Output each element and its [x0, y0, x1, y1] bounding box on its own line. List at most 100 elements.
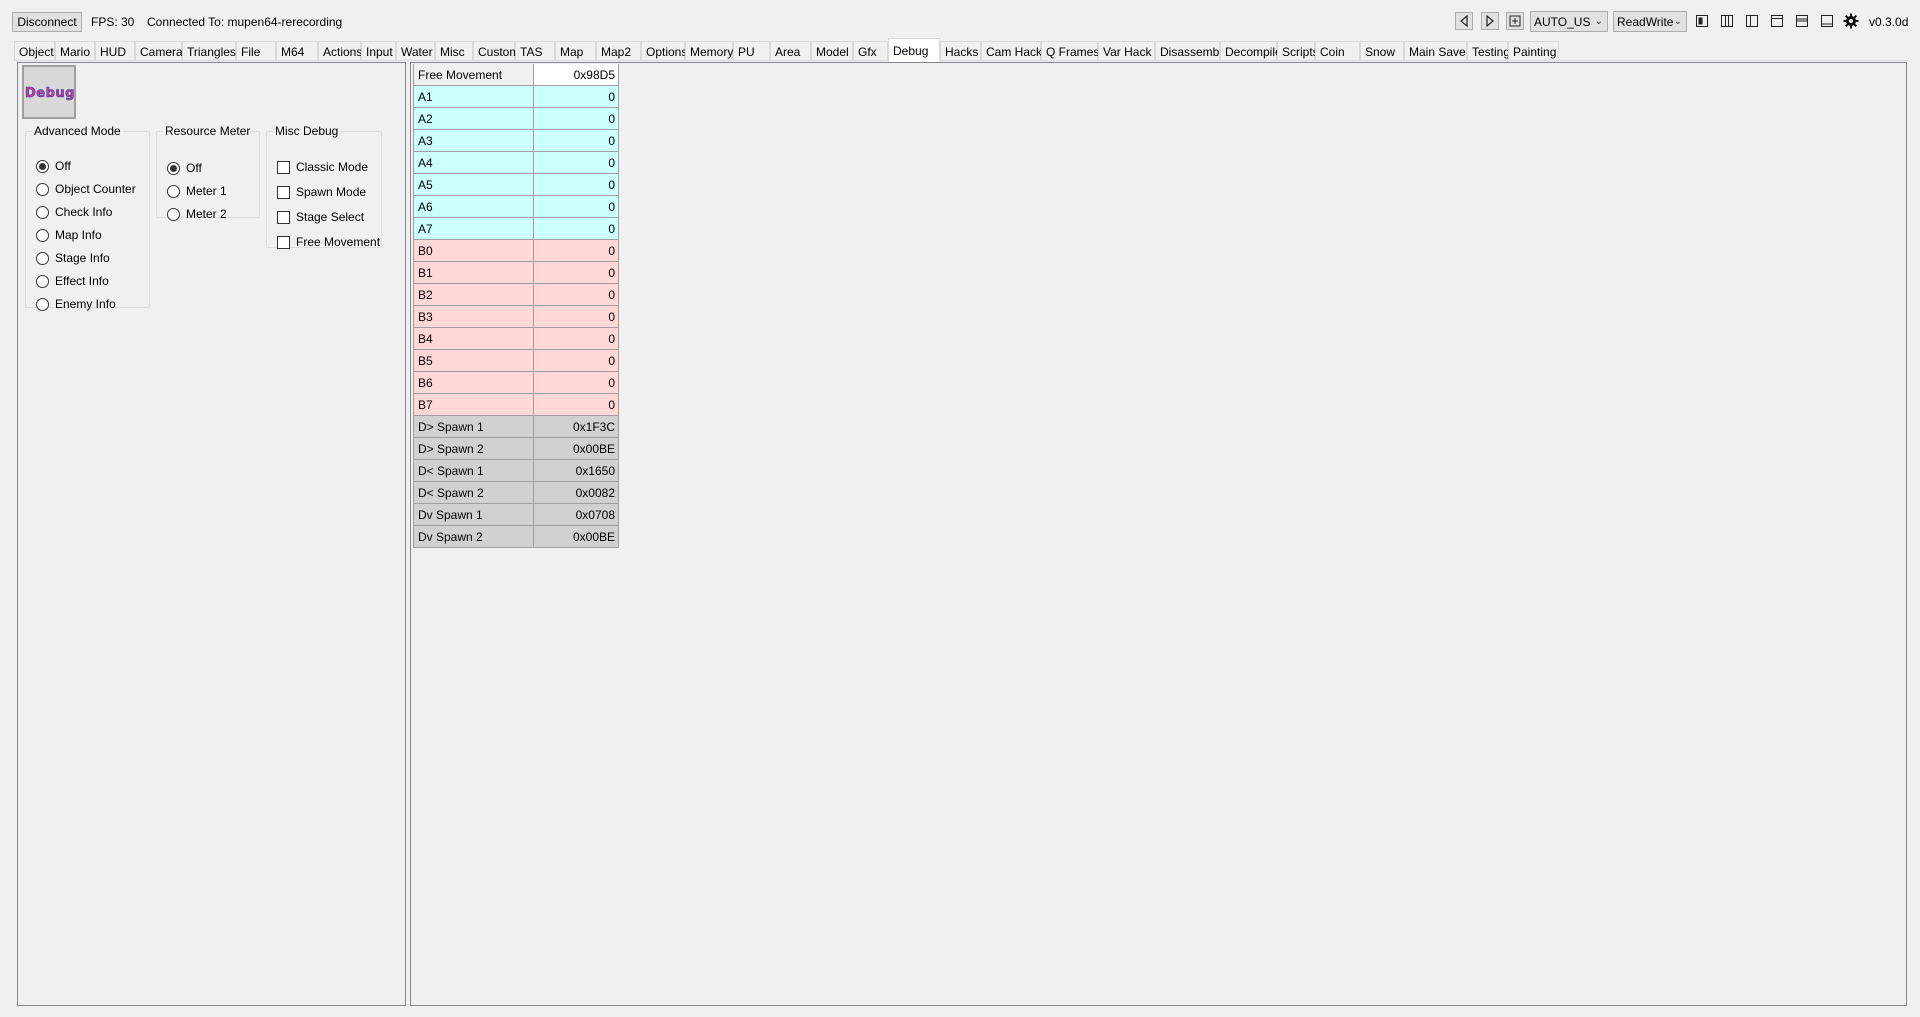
- variable-value[interactable]: 0x1F3C: [534, 416, 619, 438]
- tab-map[interactable]: Map: [555, 41, 596, 61]
- variable-value[interactable]: 0: [534, 328, 619, 350]
- tab-scripts[interactable]: Scripts: [1277, 41, 1319, 61]
- radio-enemy-info[interactable]: Enemy Info: [36, 297, 116, 311]
- radio-check-info[interactable]: Check Info: [36, 205, 112, 219]
- variable-value[interactable]: 0: [534, 130, 619, 152]
- radio-object-counter[interactable]: Object Counter: [36, 182, 136, 196]
- variable-value[interactable]: 0: [534, 174, 619, 196]
- tab-water[interactable]: Water: [396, 41, 435, 61]
- tab-hud[interactable]: HUD: [95, 41, 135, 61]
- tab-memory[interactable]: Memory: [685, 41, 733, 61]
- variable-value[interactable]: 0x00BE: [534, 526, 619, 548]
- tab-pu[interactable]: PU: [733, 41, 770, 61]
- tab-snow[interactable]: Snow: [1360, 41, 1404, 61]
- checkbox-icon[interactable]: [277, 185, 290, 199]
- radio-off[interactable]: Off: [167, 161, 202, 175]
- tab-q-frames[interactable]: Q Frames: [1041, 41, 1099, 61]
- tab-testing[interactable]: Testing: [1467, 41, 1510, 61]
- radio-button-icon[interactable]: [36, 205, 49, 219]
- tab-triangles[interactable]: Triangles: [182, 41, 236, 61]
- variable-value[interactable]: 0: [534, 196, 619, 218]
- tab-var-hack[interactable]: Var Hack: [1098, 41, 1155, 61]
- grid-row[interactable]: A4 0: [413, 152, 619, 174]
- expand-icon[interactable]: [1506, 12, 1524, 30]
- grid-row[interactable]: A5 0: [413, 174, 619, 196]
- checkbox-classic-mode[interactable]: Classic Mode: [277, 160, 368, 174]
- tab-misc[interactable]: Misc: [435, 41, 473, 61]
- radio-meter-2[interactable]: Meter 2: [167, 207, 227, 221]
- tab-mario[interactable]: Mario: [55, 41, 95, 61]
- grid-row[interactable]: D< Spawn 2 0x0082: [413, 482, 619, 504]
- variable-value[interactable]: 0x0708: [534, 504, 619, 526]
- tab-cam-hack[interactable]: Cam Hack: [981, 41, 1042, 61]
- tab-main-save[interactable]: Main Save: [1404, 41, 1467, 61]
- grid-row[interactable]: B6 0: [413, 372, 619, 394]
- checkbox-spawn-mode[interactable]: Spawn Mode: [277, 185, 366, 199]
- tab-custom[interactable]: Custom: [473, 41, 519, 61]
- layout-full-icon[interactable]: [1818, 12, 1836, 30]
- region-select[interactable]: AUTO_US ⌄: [1530, 11, 1608, 32]
- tab-model[interactable]: Model: [811, 41, 853, 61]
- variable-value[interactable]: 0x0082: [534, 482, 619, 504]
- grid-row[interactable]: B5 0: [413, 350, 619, 372]
- radio-button-icon[interactable]: [167, 161, 180, 175]
- checkbox-stage-select[interactable]: Stage Select: [277, 210, 364, 224]
- tab-decompiler[interactable]: Decompiler: [1220, 41, 1286, 61]
- radio-map-info[interactable]: Map Info: [36, 228, 102, 242]
- radio-button-icon[interactable]: [36, 297, 49, 311]
- tab-m64[interactable]: M64: [276, 41, 318, 61]
- layout-top-icon[interactable]: [1768, 12, 1786, 30]
- variable-value[interactable]: 0x00BE: [534, 438, 619, 460]
- gear-icon[interactable]: [1842, 12, 1860, 30]
- arrow-left-icon[interactable]: [1455, 12, 1473, 30]
- variable-value[interactable]: 0: [534, 262, 619, 284]
- variable-value[interactable]: 0: [534, 152, 619, 174]
- grid-row[interactable]: B4 0: [413, 328, 619, 350]
- tab-disassembly[interactable]: Disassembly: [1155, 41, 1228, 61]
- checkbox-icon[interactable]: [277, 210, 290, 224]
- radio-button-icon[interactable]: [36, 182, 49, 196]
- grid-row[interactable]: A7 0: [413, 218, 619, 240]
- grid-row[interactable]: Dv Spawn 1 0x0708: [413, 504, 619, 526]
- variable-value[interactable]: 0x98D5: [534, 64, 619, 86]
- variable-value[interactable]: 0: [534, 394, 619, 416]
- layout-double-icon[interactable]: [1718, 12, 1736, 30]
- grid-row[interactable]: Free Movement 0x98D5: [413, 64, 619, 86]
- variable-value[interactable]: 0x1650: [534, 460, 619, 482]
- radio-button-icon[interactable]: [36, 159, 49, 173]
- variable-value[interactable]: 0: [534, 372, 619, 394]
- radio-button-icon[interactable]: [36, 251, 49, 265]
- variable-value[interactable]: 0: [534, 306, 619, 328]
- tab-debug[interactable]: Debug: [888, 38, 940, 62]
- access-mode-select[interactable]: ReadWrite ⌄: [1613, 11, 1687, 32]
- variable-value[interactable]: 0: [534, 284, 619, 306]
- grid-row[interactable]: B2 0: [413, 284, 619, 306]
- grid-row[interactable]: B0 0: [413, 240, 619, 262]
- tab-object[interactable]: Object: [14, 41, 55, 61]
- checkbox-free-movement[interactable]: Free Movement: [277, 235, 380, 249]
- radio-button-icon[interactable]: [36, 274, 49, 288]
- radio-meter-1[interactable]: Meter 1: [167, 184, 227, 198]
- variable-value[interactable]: 0: [534, 240, 619, 262]
- variable-value[interactable]: 0: [534, 350, 619, 372]
- layout-single-icon[interactable]: [1693, 12, 1711, 30]
- grid-row[interactable]: D< Spawn 1 0x1650: [413, 460, 619, 482]
- tab-gfx[interactable]: Gfx: [853, 41, 888, 61]
- grid-row[interactable]: B7 0: [413, 394, 619, 416]
- layout-left-icon[interactable]: [1743, 12, 1761, 30]
- checkbox-icon[interactable]: [277, 235, 290, 249]
- grid-row[interactable]: A1 0: [413, 86, 619, 108]
- grid-row[interactable]: A6 0: [413, 196, 619, 218]
- tab-camera[interactable]: Camera: [135, 41, 183, 61]
- grid-row[interactable]: B3 0: [413, 306, 619, 328]
- grid-row[interactable]: D> Spawn 1 0x1F3C: [413, 416, 619, 438]
- grid-row[interactable]: Dv Spawn 2 0x00BE: [413, 526, 619, 548]
- grid-row[interactable]: D> Spawn 2 0x00BE: [413, 438, 619, 460]
- arrow-right-icon[interactable]: [1481, 12, 1499, 30]
- radio-stage-info[interactable]: Stage Info: [36, 251, 110, 265]
- radio-off[interactable]: Off: [36, 159, 71, 173]
- tab-map2[interactable]: Map2: [596, 41, 641, 61]
- grid-row[interactable]: B1 0: [413, 262, 619, 284]
- grid-row[interactable]: A2 0: [413, 108, 619, 130]
- radio-effect-info[interactable]: Effect Info: [36, 274, 109, 288]
